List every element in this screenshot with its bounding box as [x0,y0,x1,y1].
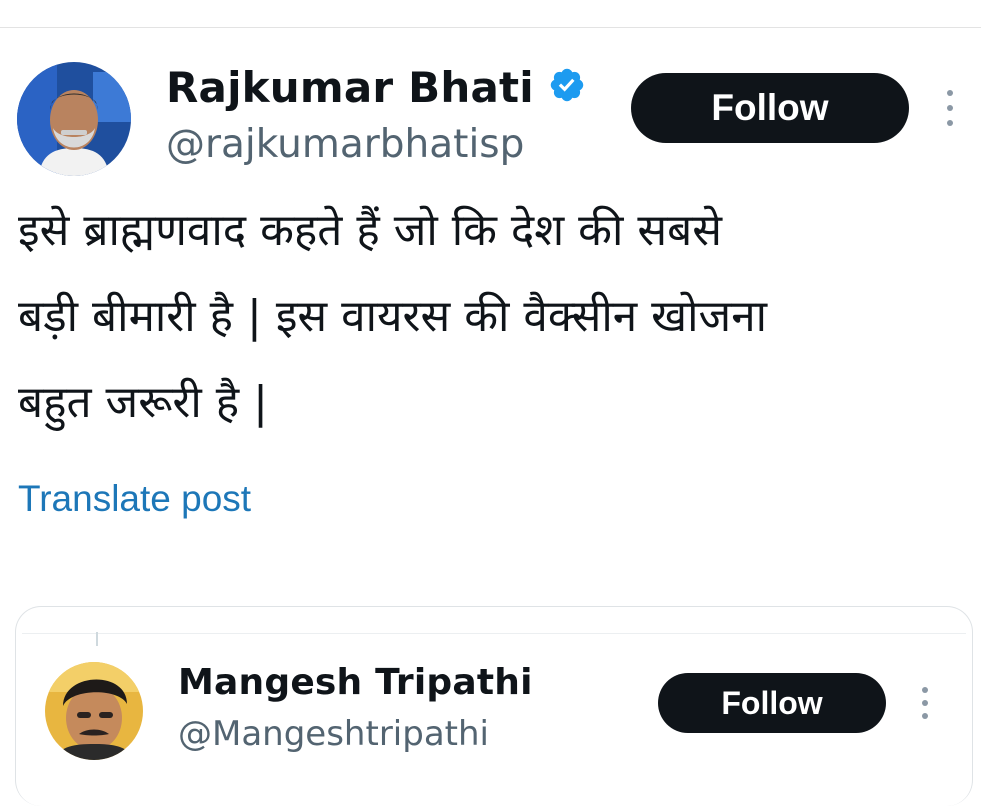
author-handle[interactable]: @rajkumarbhatisp [166,122,524,167]
reply-author-handle[interactable]: @Mangeshtripathi [178,714,489,754]
reply-author-name[interactable]: Mangesh Tripathi [178,662,533,703]
verified-badge-icon [548,66,586,108]
author-name-row: Rajkumar Bhati [166,60,586,114]
more-options-icon[interactable] [947,90,953,126]
reply-more-options-icon[interactable] [922,687,928,719]
post-text: इसे ब्राह्मणवाद कहते हैं जो कि देश की सब… [18,205,768,428]
top-divider [0,27,981,28]
thread-line [96,632,98,646]
follow-button[interactable]: Follow [631,73,909,143]
reply-follow-button[interactable]: Follow [658,673,886,733]
author-name[interactable]: Rajkumar Bhati [166,63,534,112]
author-avatar[interactable] [17,62,131,176]
reply-author-avatar[interactable] [45,662,143,760]
card-divider [22,633,966,634]
translate-post-link[interactable]: Translate post [18,478,251,520]
